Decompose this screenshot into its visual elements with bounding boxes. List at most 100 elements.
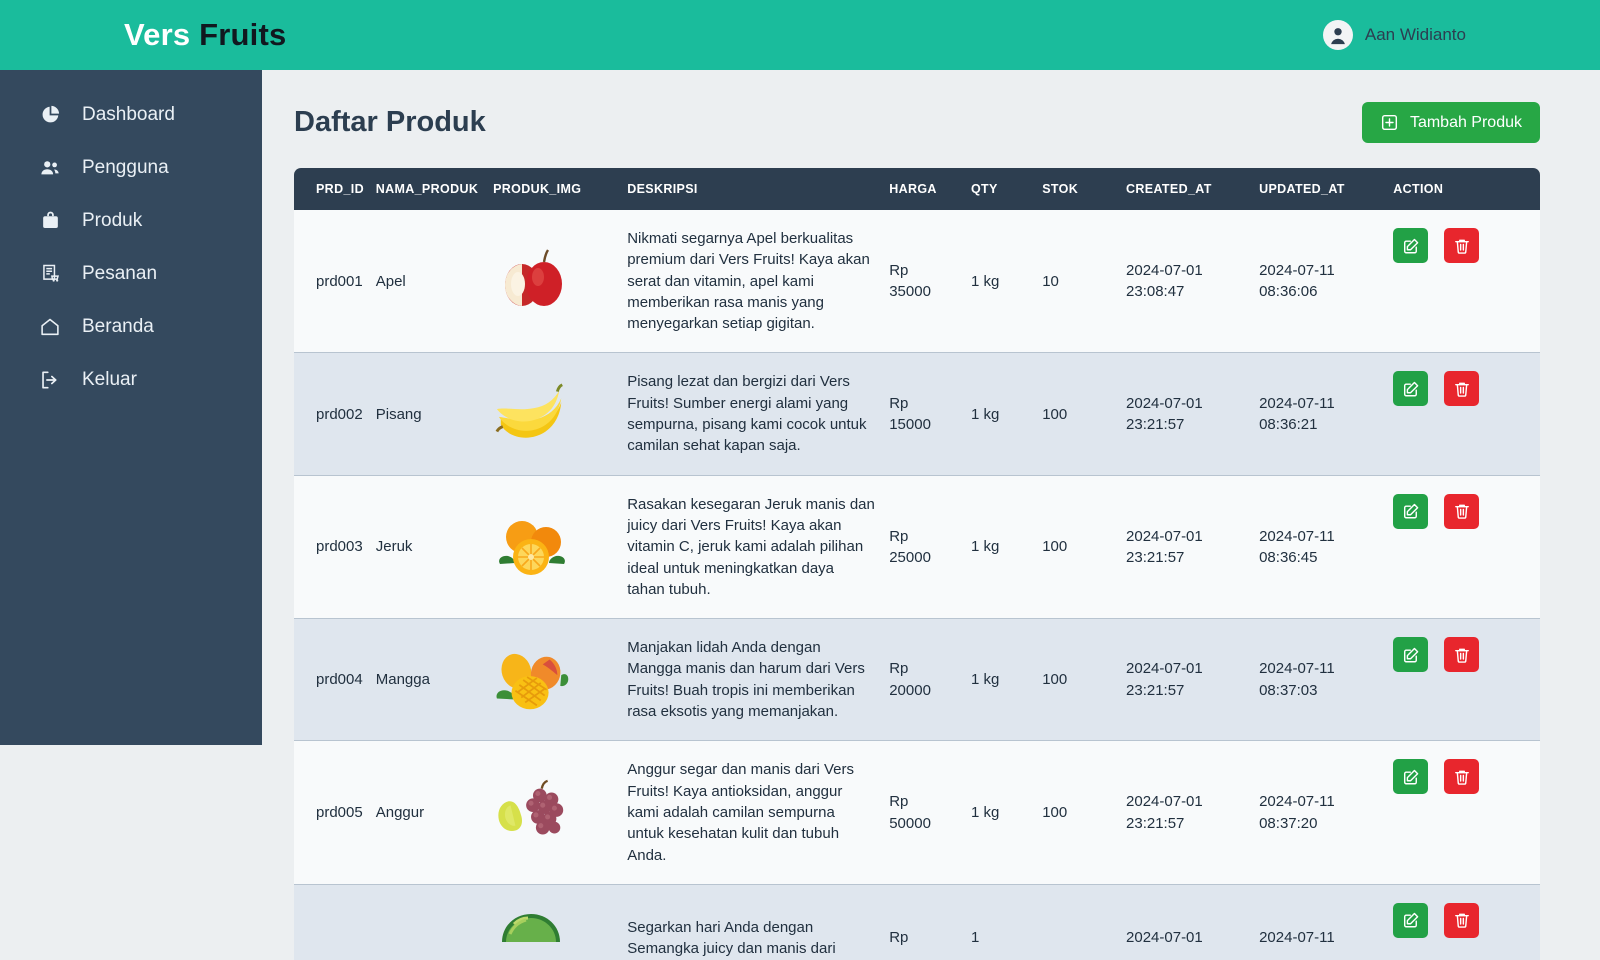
column-header-prd-id[interactable]: PRD_ID xyxy=(294,168,376,210)
users-icon xyxy=(38,156,62,180)
row-action-buttons xyxy=(1393,903,1530,938)
cell-prd-id: prd002 xyxy=(294,353,376,475)
pencil-square-icon xyxy=(1402,768,1420,786)
user-account-menu[interactable]: Aan Widianto xyxy=(1323,20,1466,50)
sidebar-navigation: Dashboard Pengguna Produk xyxy=(0,70,262,745)
sidebar-item-pesanan[interactable]: Pesanan xyxy=(0,247,262,300)
cell-harga: Rp15000 xyxy=(889,353,971,475)
cell-updated-at: 2024-07-1108:36:21 xyxy=(1259,353,1393,475)
page-title: Daftar Produk xyxy=(294,106,486,139)
cell-prd-id: prd003 xyxy=(294,475,376,618)
delete-product-button[interactable] xyxy=(1444,903,1479,938)
column-header-action[interactable]: ACTION xyxy=(1393,168,1540,210)
cell-stok: 100 xyxy=(1042,619,1126,741)
sidebar-item-keluar[interactable]: Keluar xyxy=(0,353,262,406)
column-header-qty[interactable]: QTY xyxy=(971,168,1042,210)
table-header-row: PRD_ID NAMA_PRODUK PRODUK_IMG DESKRIPSI … xyxy=(294,168,1540,210)
delete-product-button[interactable] xyxy=(1444,228,1479,263)
cell-stok: 100 xyxy=(1042,475,1126,618)
top-header-bar: Vers Fruits Aan Widianto xyxy=(0,0,1600,70)
cell-action xyxy=(1393,475,1540,618)
cell-qty: 1 kg xyxy=(971,475,1042,618)
add-product-button[interactable]: Tambah Produk xyxy=(1362,102,1540,143)
bag-icon xyxy=(38,209,62,233)
app-brand-logo[interactable]: Vers Fruits xyxy=(124,17,286,53)
cell-action xyxy=(1393,619,1540,741)
sidebar-item-label: Dashboard xyxy=(82,104,175,126)
cell-deskripsi: Anggur segar dan manis dari Vers Fruits!… xyxy=(627,741,889,884)
sidebar-item-pengguna[interactable]: Pengguna xyxy=(0,141,262,194)
cell-updated-at: 2024-07-1108:36:06 xyxy=(1259,210,1393,353)
cell-produk-img xyxy=(493,741,627,884)
cell-qty: 1 xyxy=(971,884,1042,960)
add-product-button-label: Tambah Produk xyxy=(1410,114,1522,132)
cell-updated-at: 2024-07-1108:36:45 xyxy=(1259,475,1393,618)
column-header-produk-img[interactable]: PRODUK_IMG xyxy=(493,168,627,210)
cell-created-at: 2024-07-01 xyxy=(1126,884,1259,960)
cell-produk-img xyxy=(493,210,627,353)
column-header-nama-produk[interactable]: NAMA_PRODUK xyxy=(376,168,493,210)
column-header-deskripsi[interactable]: DESKRIPSI xyxy=(627,168,889,210)
apple-image xyxy=(493,246,571,316)
table-row: prd002 Pisang Pisang lezat dan bergizi d… xyxy=(294,353,1540,475)
delete-product-button[interactable] xyxy=(1444,759,1479,794)
edit-product-button[interactable] xyxy=(1393,637,1428,672)
cell-deskripsi: Pisang lezat dan bergizi dari Vers Fruit… xyxy=(627,353,889,475)
cell-harga: Rp25000 xyxy=(889,475,971,618)
main-content: Daftar Produk Tambah Produk xyxy=(262,70,1600,960)
delete-product-button[interactable] xyxy=(1444,371,1479,406)
sidebar-item-label: Pesanan xyxy=(82,263,157,285)
cell-created-at: 2024-07-0123:21:57 xyxy=(1126,619,1259,741)
cell-action xyxy=(1393,353,1540,475)
cell-produk-img xyxy=(493,475,627,618)
edit-product-button[interactable] xyxy=(1393,494,1428,529)
edit-product-button[interactable] xyxy=(1393,759,1428,794)
edit-product-button[interactable] xyxy=(1393,228,1428,263)
sidebar-item-dashboard[interactable]: Dashboard xyxy=(0,88,262,141)
table-row: prd001 Apel Nikmati segarnya Apel berkua… xyxy=(294,210,1540,353)
trash-icon xyxy=(1453,237,1471,255)
banana-image xyxy=(493,379,571,449)
logout-icon xyxy=(38,368,62,392)
brand-text-primary: Vers xyxy=(124,17,190,52)
sidebar-item-beranda[interactable]: Beranda xyxy=(0,300,262,353)
cell-nama-produk: Jeruk xyxy=(376,475,493,618)
cell-action xyxy=(1393,210,1540,353)
edit-product-button[interactable] xyxy=(1393,371,1428,406)
sidebar-item-produk[interactable]: Produk xyxy=(0,194,262,247)
column-header-harga[interactable]: HARGA xyxy=(889,168,971,210)
user-name-label: Aan Widianto xyxy=(1365,25,1466,45)
cell-deskripsi: Segarkan hari Anda dengan Semangka juicy… xyxy=(627,884,889,960)
trash-icon xyxy=(1453,911,1471,929)
delete-product-button[interactable] xyxy=(1444,637,1479,672)
sidebar-item-label: Keluar xyxy=(82,369,137,391)
delete-product-button[interactable] xyxy=(1444,494,1479,529)
edit-product-button[interactable] xyxy=(1393,903,1428,938)
home-icon xyxy=(38,315,62,339)
cell-produk-img xyxy=(493,353,627,475)
cell-qty: 1 kg xyxy=(971,741,1042,884)
pencil-square-icon xyxy=(1402,502,1420,520)
products-table-container: PRD_ID NAMA_PRODUK PRODUK_IMG DESKRIPSI … xyxy=(294,168,1540,960)
page-header: Daftar Produk Tambah Produk xyxy=(294,102,1540,143)
cell-nama-produk: Mangga xyxy=(376,619,493,741)
column-header-created-at[interactable]: CREATED_AT xyxy=(1126,168,1259,210)
cell-created-at: 2024-07-0123:08:47 xyxy=(1126,210,1259,353)
cell-updated-at: 2024-07-1108:37:20 xyxy=(1259,741,1393,884)
pie-chart-icon xyxy=(38,103,62,127)
column-header-stok[interactable]: STOK xyxy=(1042,168,1126,210)
products-table: PRD_ID NAMA_PRODUK PRODUK_IMG DESKRIPSI … xyxy=(294,168,1540,960)
cell-stok: 10 xyxy=(1042,210,1126,353)
cell-produk-img xyxy=(493,619,627,741)
brand-text-secondary: Fruits xyxy=(199,17,286,52)
cell-harga: Rp20000 xyxy=(889,619,971,741)
row-action-buttons xyxy=(1393,371,1530,406)
column-header-updated-at[interactable]: UPDATED_AT xyxy=(1259,168,1393,210)
cell-qty: 1 kg xyxy=(971,353,1042,475)
trash-icon xyxy=(1453,380,1471,398)
cell-action xyxy=(1393,884,1540,960)
cell-updated-at: 2024-07-11 xyxy=(1259,884,1393,960)
user-circle-icon xyxy=(1323,20,1353,50)
trash-icon xyxy=(1453,646,1471,664)
cell-deskripsi: Manjakan lidah Anda dengan Mangga manis … xyxy=(627,619,889,741)
